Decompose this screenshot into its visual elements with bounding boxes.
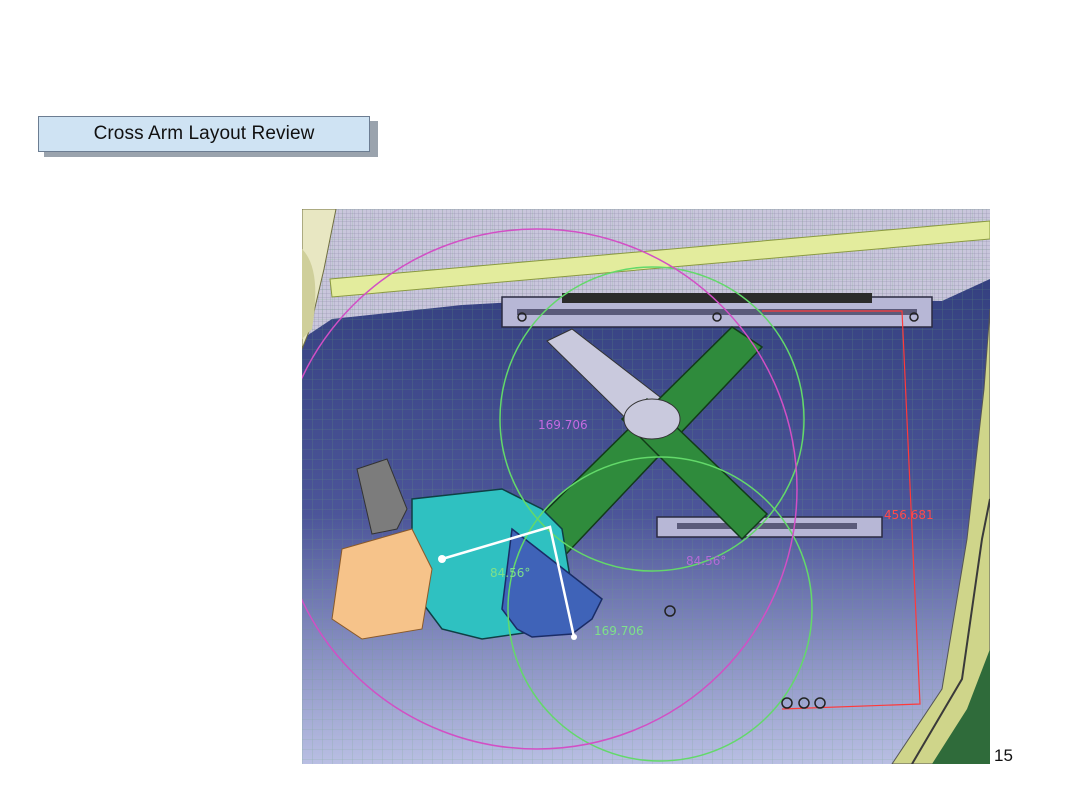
cad-screenshot: 169.706 456.681 84.56° 84.56° 169.706 (302, 209, 990, 764)
lower-rail-slot (677, 523, 857, 529)
page-number: 15 (994, 746, 1013, 765)
dim-upper-arm-length: 169.706 (538, 418, 588, 432)
grid-overlay (302, 209, 990, 764)
dim-left-angle: 84.56° (490, 566, 530, 580)
arm-pivot-plate (623, 398, 681, 440)
slide-title-text: Cross Arm Layout Review (93, 123, 315, 144)
upper-rail-slot (517, 309, 917, 315)
dim-lower-arm-length: 169.706 (594, 624, 644, 638)
dim-right-angle: 84.56° (686, 554, 726, 568)
pivot-marker (438, 555, 446, 563)
pivot-marker (571, 634, 577, 640)
dim-rail-span: 456.681 (884, 508, 934, 522)
slide-title: Cross Arm Layout Review (38, 116, 370, 152)
cad-drawing: 169.706 456.681 84.56° 84.56° 169.706 (302, 209, 990, 764)
